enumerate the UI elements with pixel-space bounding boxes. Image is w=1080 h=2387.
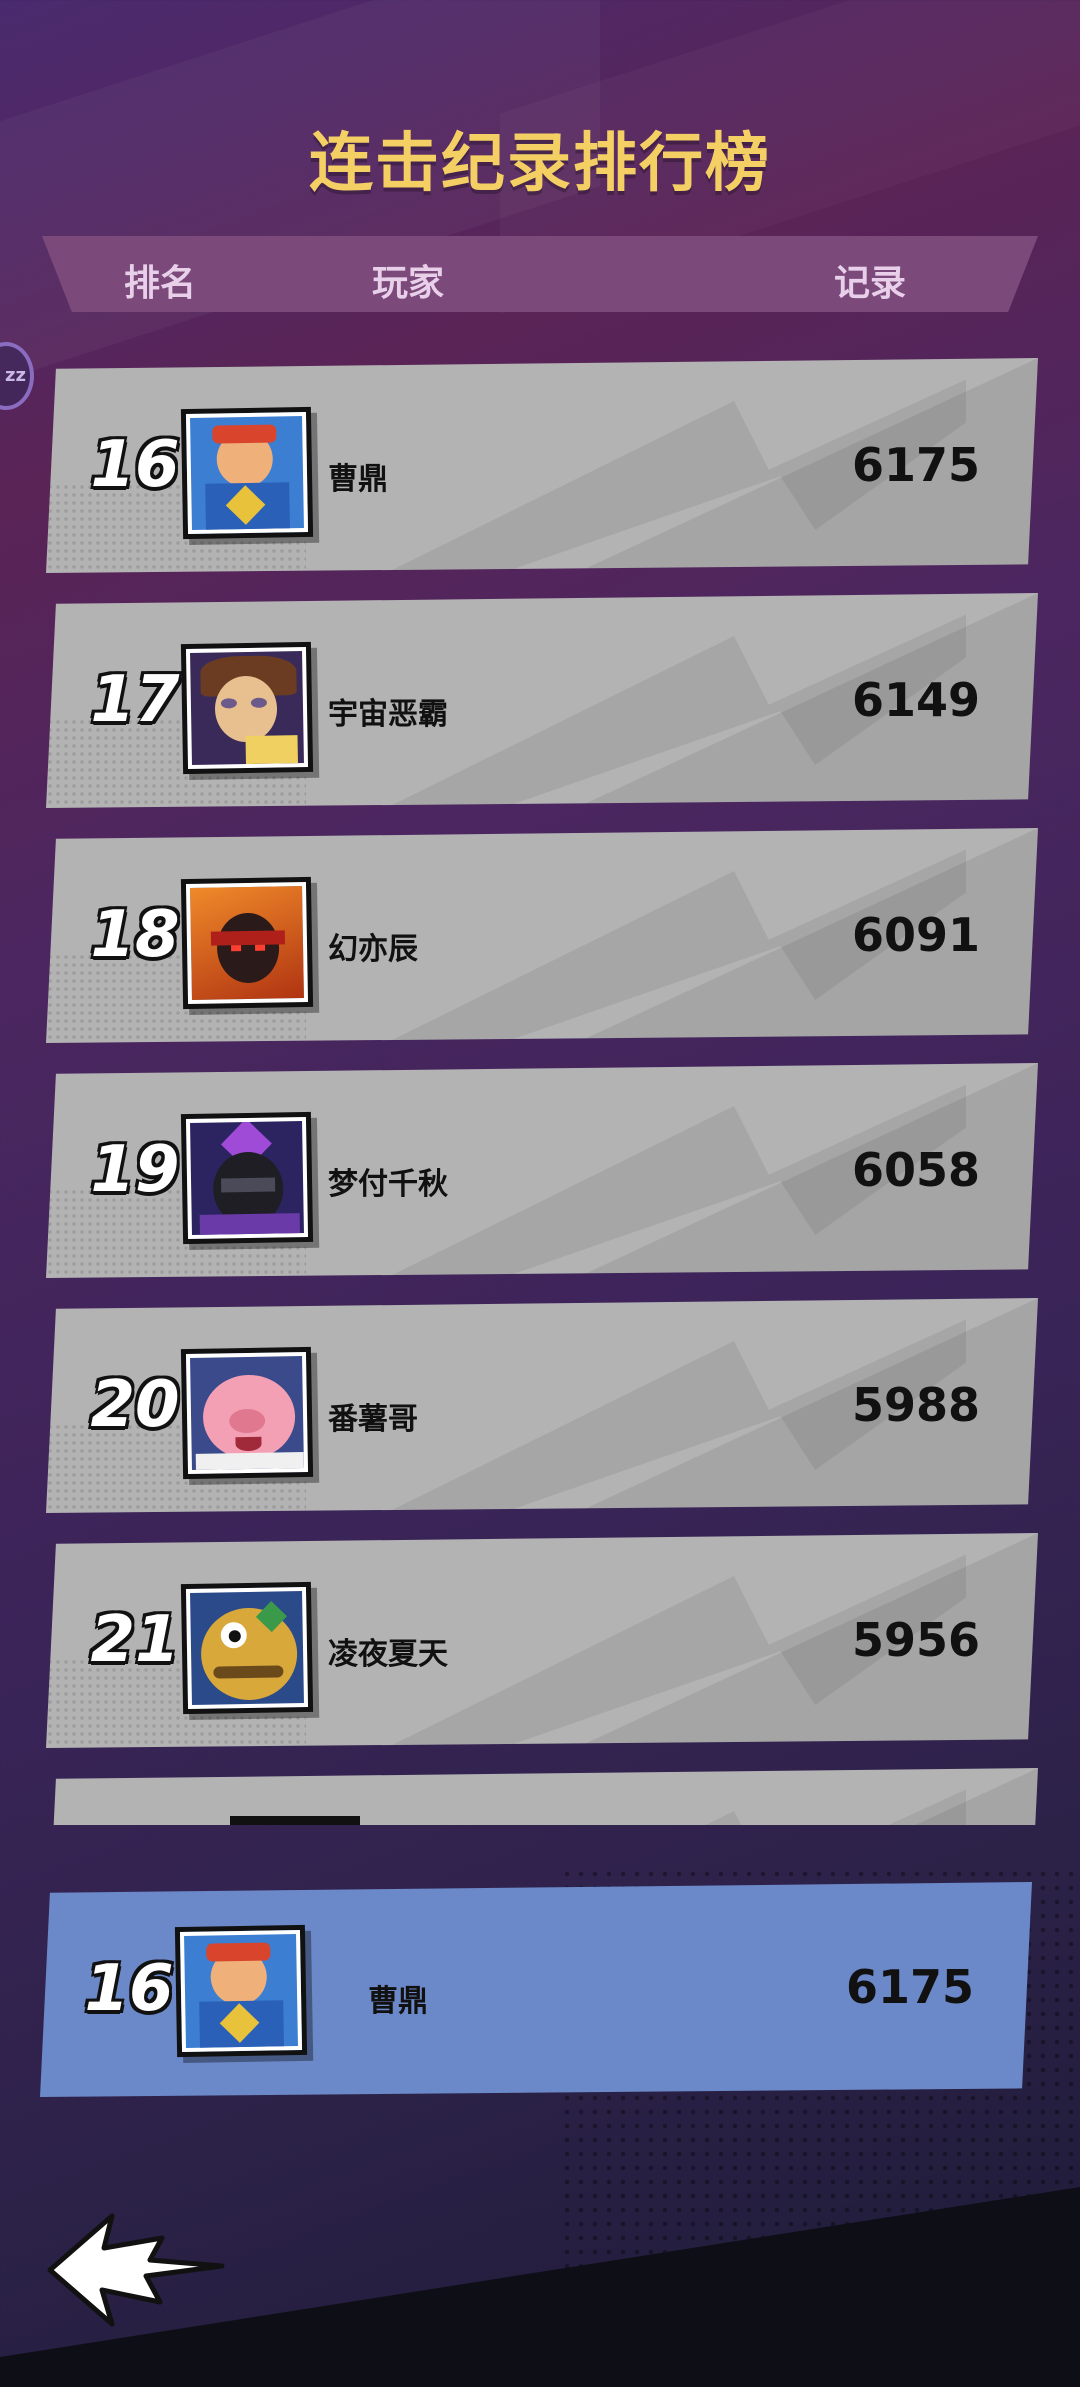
pink-pig-icon — [180, 1346, 314, 1480]
player-name: 梦付千秋 — [328, 1167, 448, 1202]
leaderboard-list[interactable]: 16 曹鼎 6175 17 宇宙恶霸 6149 18 幻亦辰 6091 19 梦… — [0, 350, 1080, 1825]
leaderboard-row-partial — [0, 1768, 1080, 1825]
self-player-name: 曹鼎 — [368, 1984, 428, 2019]
leaderboard-row: 16 曹鼎 6175 — [0, 358, 1080, 573]
player-score: 6058 — [851, 1143, 980, 1197]
player-score: 6175 — [851, 438, 980, 492]
purple-helmet-icon — [180, 1111, 314, 1245]
back-arrow-icon — [47, 2213, 225, 2327]
player-score: 6091 — [851, 908, 980, 962]
header-rank-label: 排名 — [124, 263, 197, 304]
tired-guy-icon — [180, 641, 314, 775]
player-score: 5988 — [851, 1378, 980, 1432]
player-name: 宇宙恶霸 — [328, 697, 448, 732]
leaderboard-row: 18 幻亦辰 6091 — [0, 828, 1080, 1043]
header-record-label: 记录 — [834, 263, 907, 304]
hero-red-cap-icon — [174, 1924, 308, 2058]
leaderboard-row: 17 宇宙恶霸 6149 — [0, 593, 1080, 808]
back-button[interactable] — [42, 2210, 232, 2330]
hero-red-cap-icon — [180, 406, 314, 540]
masked-flame-icon — [180, 876, 314, 1010]
header-player-label: 玩家 — [372, 263, 445, 304]
player-score: 6149 — [851, 673, 980, 727]
page-title: 连击纪录排行榜 — [309, 127, 771, 201]
leaderboard-row: 21 凌夜夏天 5956 — [0, 1533, 1080, 1748]
player-name: 番薯哥 — [328, 1402, 418, 1437]
self-player-score: 6175 — [845, 1960, 974, 2014]
leaderboard-row: 20 番薯哥 5988 — [0, 1298, 1080, 1513]
leaderboard-row: 19 梦付千秋 6058 — [0, 1063, 1080, 1278]
player-name: 凌夜夏天 — [328, 1637, 448, 1672]
player-name: 曹鼎 — [328, 462, 388, 497]
yellow-monster-icon — [180, 1581, 314, 1715]
player-name: 幻亦辰 — [328, 932, 418, 967]
avatar-frame-partial — [230, 1816, 360, 1825]
row-background — [46, 1768, 1038, 1825]
player-score: 5956 — [851, 1613, 980, 1667]
